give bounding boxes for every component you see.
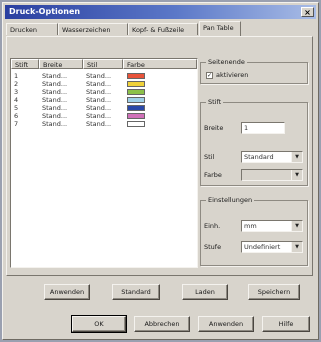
ok-button[interactable]: OK bbox=[71, 315, 127, 333]
farbe-label: Farbe bbox=[204, 171, 222, 179]
breite-cell: Stand... bbox=[42, 104, 68, 112]
stil-cell: Stand... bbox=[86, 112, 112, 120]
column-header-stift[interactable]: Stift bbox=[11, 59, 39, 69]
color-swatch bbox=[127, 97, 145, 103]
pen-list[interactable]: Stift Breite Stil Farbe 1 Stand... Stand..… bbox=[10, 58, 198, 268]
stil-cell: Stand... bbox=[86, 96, 112, 104]
tab-kopf-fusszeile[interactable]: Kopf- & Fußzeile bbox=[128, 23, 198, 35]
color-swatch bbox=[127, 113, 145, 119]
stil-cell: Stand... bbox=[86, 72, 112, 80]
breite-cell: Stand... bbox=[42, 96, 68, 104]
breite-cell: Stand... bbox=[42, 72, 68, 80]
checkmark-icon: ✓ bbox=[207, 72, 213, 79]
color-swatch bbox=[127, 81, 145, 87]
laden-button[interactable]: Laden bbox=[182, 284, 228, 300]
stil-cell: Stand... bbox=[86, 80, 112, 88]
einh-dropdown[interactable]: mm ▼ bbox=[241, 220, 303, 232]
einh-value: mm bbox=[244, 222, 257, 230]
stil-cell: Stand... bbox=[86, 104, 112, 112]
farbe-dropdown[interactable]: ▼ bbox=[241, 169, 303, 181]
color-swatch bbox=[127, 73, 145, 79]
stift-cell: 3 bbox=[14, 88, 19, 96]
aktivieren-label: aktivieren bbox=[216, 71, 249, 79]
aktivieren-checkbox[interactable]: ✓ bbox=[206, 72, 213, 79]
stift-cell: 1 bbox=[14, 72, 19, 80]
stift-cell: 4 bbox=[14, 96, 19, 104]
anwenden-button[interactable]: Anwenden bbox=[198, 316, 254, 332]
anwenden-panel-button[interactable]: Anwenden bbox=[44, 284, 90, 300]
tab-pan-table[interactable]: Pan Table bbox=[199, 21, 241, 36]
einstellungen-group: Einstellungen Einh. mm ▼ Stufe Undefinie… bbox=[200, 196, 308, 266]
seitenende-group: Seitenende ✓ aktivieren bbox=[200, 58, 308, 84]
color-swatch bbox=[127, 121, 145, 127]
einstellungen-group-title: Einstellungen bbox=[206, 196, 255, 205]
chevron-down-icon[interactable]: ▼ bbox=[291, 152, 302, 162]
column-header-breite[interactable]: Breite bbox=[39, 59, 83, 69]
stil-value: Standard bbox=[244, 153, 274, 161]
list-item[interactable]: 2 Stand... Stand... bbox=[11, 80, 197, 88]
breite-cell: Stand... bbox=[42, 112, 68, 120]
breite-input[interactable]: 1 bbox=[241, 122, 285, 134]
list-item[interactable]: 5 Stand... Stand... bbox=[11, 104, 197, 112]
breite-cell: Stand... bbox=[42, 80, 68, 88]
stift-cell: 6 bbox=[14, 112, 19, 120]
list-item[interactable]: 7 Stand... Stand... bbox=[11, 120, 197, 128]
tab-strip: Drucken Wasserzeichen Kopf- & Fußzeile P… bbox=[6, 21, 315, 36]
stift-cell: 7 bbox=[14, 120, 19, 128]
standard-button[interactable]: Standard bbox=[112, 284, 160, 300]
stift-group: Stift Breite 1 Stil Standard ▼ Farbe ▼ bbox=[200, 98, 308, 186]
chevron-down-icon[interactable]: ▼ bbox=[291, 170, 302, 180]
stil-dropdown[interactable]: Standard ▼ bbox=[241, 151, 303, 163]
tab-wasserzeichen[interactable]: Wasserzeichen bbox=[58, 23, 128, 35]
stufe-label: Stufe bbox=[204, 243, 222, 251]
color-swatch bbox=[127, 89, 145, 95]
column-header-farbe[interactable]: Farbe bbox=[123, 59, 197, 69]
breite-cell: Stand... bbox=[42, 120, 68, 128]
speichern-button[interactable]: Speichern bbox=[248, 284, 300, 300]
hilfe-button[interactable]: Hilfe bbox=[262, 316, 310, 332]
einh-label: Einh. bbox=[204, 222, 221, 230]
stil-label: Stil bbox=[204, 153, 215, 161]
column-header-stil[interactable]: Stil bbox=[83, 59, 123, 69]
close-button[interactable]: × bbox=[301, 7, 314, 17]
abbrechen-button[interactable]: Abbrechen bbox=[134, 316, 190, 332]
seitenende-group-title: Seitenende bbox=[206, 58, 247, 67]
title-bar[interactable]: Druck-Optionen × bbox=[5, 5, 316, 19]
breite-cell: Stand... bbox=[42, 88, 68, 96]
window-title: Druck-Optionen bbox=[9, 7, 81, 16]
stift-group-title: Stift bbox=[206, 98, 224, 107]
stufe-dropdown[interactable]: Undefiniert ▼ bbox=[241, 241, 303, 253]
list-item[interactable]: 3 Stand... Stand... bbox=[11, 88, 197, 96]
breite-label: Breite bbox=[204, 124, 224, 132]
chevron-down-icon[interactable]: ▼ bbox=[291, 221, 302, 231]
stufe-value: Undefiniert bbox=[244, 243, 281, 251]
list-header: Stift Breite Stil Farbe bbox=[11, 59, 197, 69]
list-item[interactable]: 6 Stand... Stand... bbox=[11, 112, 197, 120]
color-swatch bbox=[127, 105, 145, 111]
list-item[interactable]: 4 Stand... Stand... bbox=[11, 96, 197, 104]
tab-drucken[interactable]: Drucken bbox=[6, 23, 58, 35]
stil-cell: Stand... bbox=[86, 88, 112, 96]
chevron-down-icon[interactable]: ▼ bbox=[291, 242, 302, 252]
stift-cell: 2 bbox=[14, 80, 19, 88]
stil-cell: Stand... bbox=[86, 120, 112, 128]
list-item[interactable]: 1 Stand... Stand... bbox=[11, 72, 197, 80]
stift-cell: 5 bbox=[14, 104, 19, 112]
